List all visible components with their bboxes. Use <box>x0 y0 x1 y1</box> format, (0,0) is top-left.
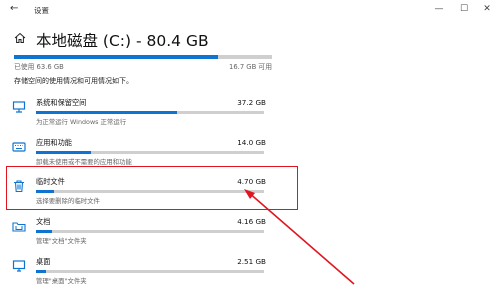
annotation-arrow <box>244 189 355 285</box>
